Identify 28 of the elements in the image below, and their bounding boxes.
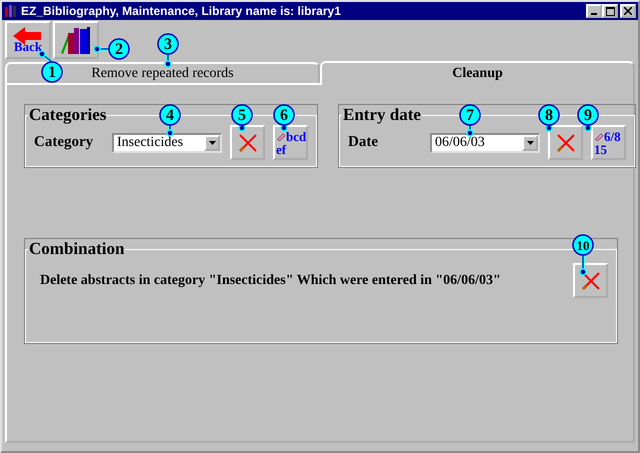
description-text: Delete abstracts in category "Insecticides" Which were entered in "06/06/03" [39,272,502,288]
delete-button[interactable] [230,125,265,160]
group-title: Entry date [342,105,422,125]
close-button[interactable] [620,4,636,18]
eraser-icon [594,132,604,140]
library-button[interactable] [53,21,99,59]
group-title: Categories [28,105,108,125]
category-dropdown[interactable]: Insecticides [112,132,222,152]
eraser-icon [276,132,286,140]
back-button[interactable]: Back [5,21,51,59]
tab[interactable]: Cleanup [320,61,635,85]
sort-button[interactable]: bcd ef [273,125,308,160]
delete-button[interactable] [573,263,608,298]
date-dropdown[interactable]: 06/06/03 [430,132,540,152]
books-icon [4,4,18,18]
x-mark-icon [554,132,576,154]
field-label: Date [348,134,379,151]
minimize-button[interactable] [586,4,602,18]
group-title: Combination [28,239,126,259]
delete-button[interactable] [548,125,583,160]
x-mark-icon [580,270,602,292]
window-title: EZ_Bibliography, Maintenance, Library name is: library1 [21,4,342,18]
x-mark-icon [236,132,258,154]
maximize-icon [606,6,614,16]
close-icon [624,7,632,15]
maximize-button[interactable] [602,4,618,18]
sort-button[interactable]: 6/8 15 [591,125,626,160]
field-label: Category [34,134,94,151]
